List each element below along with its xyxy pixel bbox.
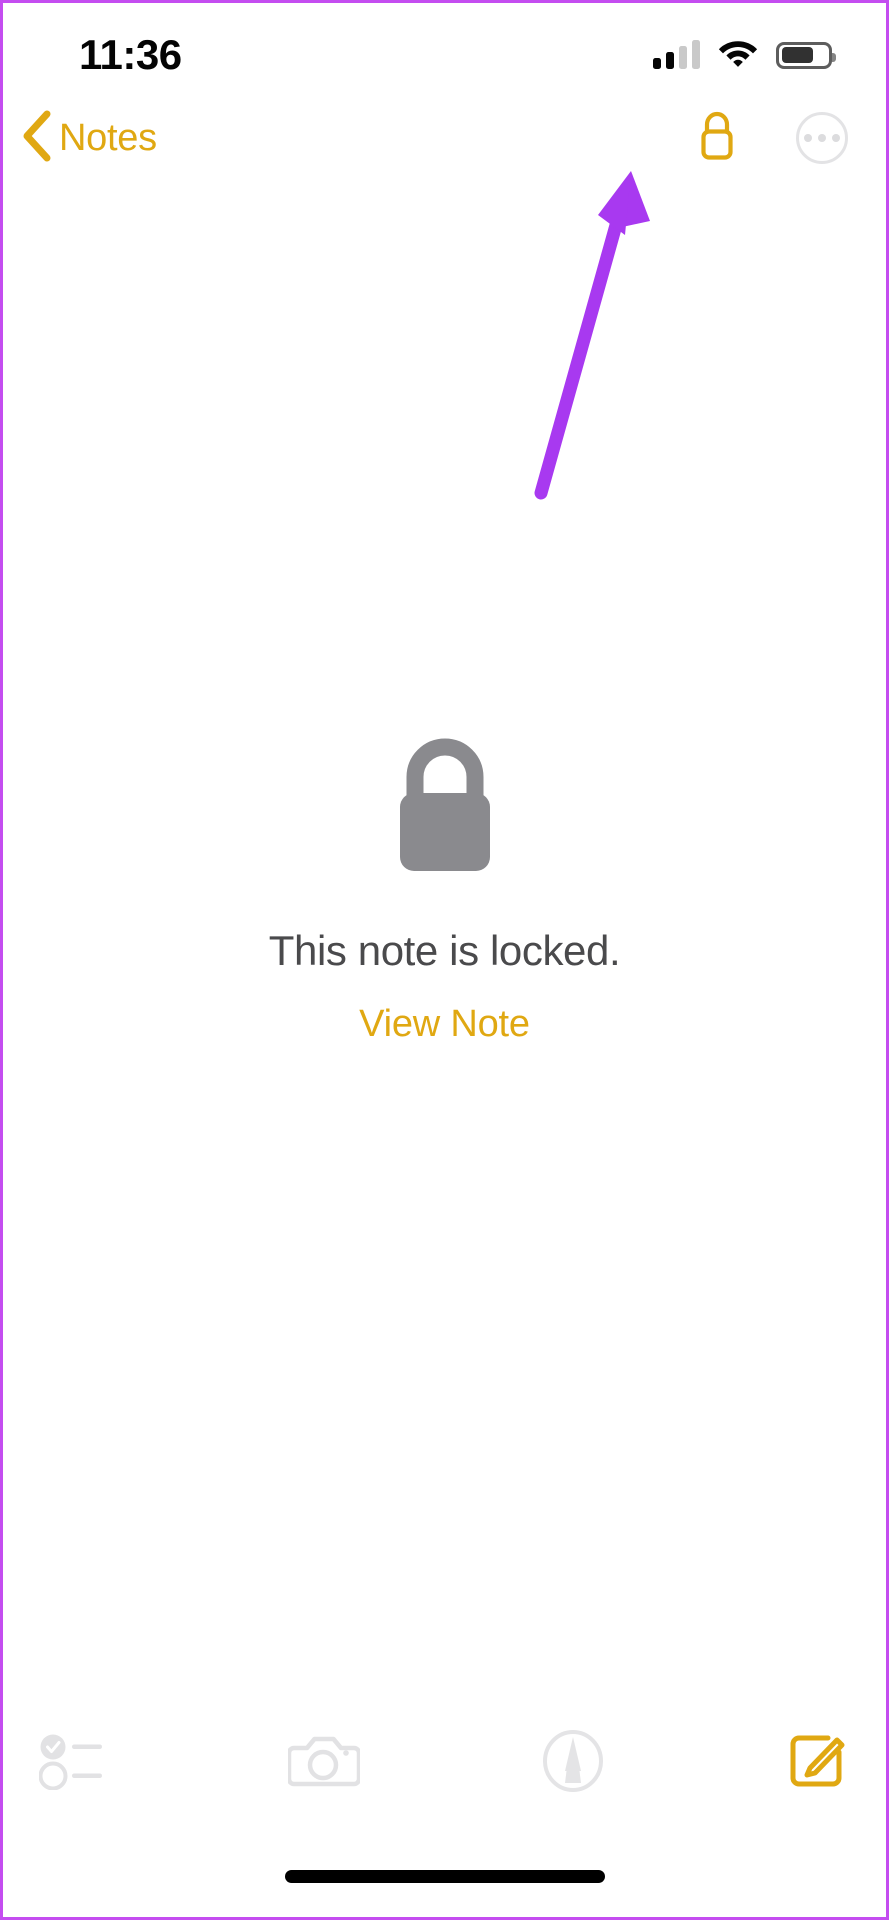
status-bar-time: 11:36 [79, 31, 182, 78]
compose-icon[interactable] [786, 1730, 848, 1792]
view-note-button[interactable]: View Note [359, 1003, 530, 1046]
back-to-notes-button[interactable]: Notes [21, 110, 157, 167]
phone-screen: 11:36 Notes This note is locked. View No… [0, 0, 889, 1920]
chevron-left-icon [21, 110, 51, 167]
arrow-up-right-icon [403, 163, 763, 523]
wifi-icon [718, 38, 758, 72]
locked-note-title: This note is locked. [268, 927, 621, 974]
ellipsis-dot [804, 134, 812, 142]
lock-closed-large-icon [391, 738, 499, 883]
cellular-signal-icon [653, 40, 700, 69]
ellipsis-dot [818, 134, 826, 142]
status-bar-icons [653, 38, 836, 72]
back-button-label: Notes [59, 116, 157, 159]
locked-note-placeholder: This note is locked. View Note [3, 738, 886, 1046]
bottom-toolbar [3, 1713, 886, 1809]
navigation-bar-actions [696, 110, 848, 167]
home-indicator-bar[interactable] [284, 1870, 605, 1883]
lock-closed-icon[interactable] [696, 110, 738, 167]
markup-pen-icon[interactable] [541, 1730, 605, 1792]
checklist-icon[interactable] [39, 1732, 107, 1790]
status-bar: 11:36 [3, 3, 886, 99]
navigation-bar: Notes [3, 99, 886, 177]
camera-icon[interactable] [288, 1732, 360, 1790]
battery-icon [776, 41, 836, 69]
more-options-button[interactable] [796, 112, 848, 164]
ellipsis-dot [832, 134, 840, 142]
